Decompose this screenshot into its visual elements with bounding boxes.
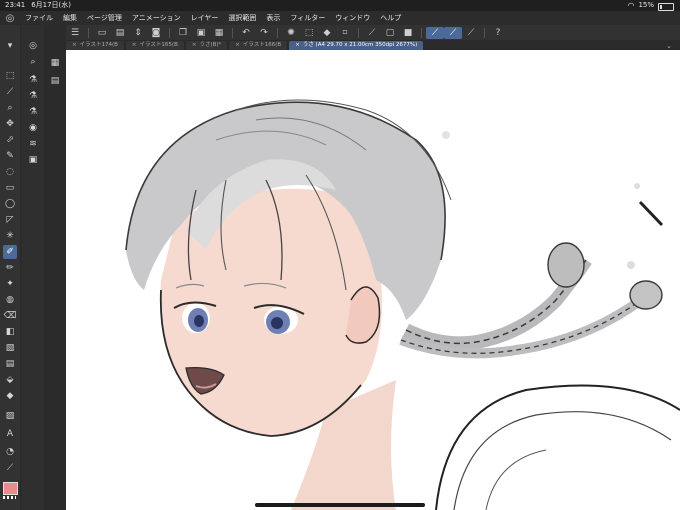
battery-icon (658, 2, 674, 11)
palette-menu-icon[interactable]: ◎ (26, 39, 40, 53)
copy-icon[interactable]: ❐ (174, 27, 192, 39)
sub-color-swatch[interactable] (3, 496, 16, 499)
lasso-icon[interactable]: ◌ (3, 165, 17, 179)
battery-percent: 15% (638, 1, 654, 9)
main-color-swatch[interactable] (3, 482, 18, 495)
menu-list-icon[interactable]: ☰ (66, 27, 84, 39)
redo-icon[interactable]: ↷ (255, 27, 273, 39)
menu-view[interactable]: 表示 (261, 13, 285, 23)
pen-mode-icon[interactable]: ⟋ (444, 26, 462, 39)
wifi-icon: ◠ (627, 1, 635, 10)
ruler-tool-icon[interactable]: ◸ (3, 213, 17, 227)
undo-icon[interactable]: ↶ (237, 27, 255, 39)
menu-help[interactable]: ヘルプ (375, 13, 406, 23)
close-icon[interactable]: × (72, 42, 77, 48)
fill-tool-icon[interactable]: ◧ (3, 325, 17, 339)
eraser-icon[interactable]: ⌫ (3, 309, 17, 323)
tab-doc-3[interactable]: × うさ(B)* (185, 41, 228, 50)
speech-bubble-icon[interactable]: ◯ (3, 197, 17, 211)
new-file-icon[interactable]: ▭ (93, 27, 111, 39)
pencil-icon[interactable]: ✏ (3, 261, 17, 275)
tab-doc-2[interactable]: × イラスト165(B (125, 41, 184, 50)
close-icon[interactable]: × (295, 42, 300, 48)
clear-icon[interactable]: ⬚ (300, 27, 318, 39)
tool-palette: ▾ ⬚ ⟋ ⌕ ✥ ⬀ ✎ ◌ ▭ ◯ ◸ ✳ ✐ ✏ ✦ ◍ ⌫ ◧ ▧ ▤ … (0, 25, 20, 510)
tab-doc-1[interactable]: × イラスト174(B (66, 41, 124, 50)
chevron-down-icon[interactable]: ⌄ (666, 42, 672, 50)
menu-animation[interactable]: アニメーション (127, 13, 186, 23)
menu-window[interactable]: ウィンドウ (330, 13, 375, 23)
status-bar: 23:41 6月17日(水) ◠ 15% (0, 0, 680, 11)
pen-icon[interactable]: ✎ (3, 149, 17, 163)
brush-preset-icon[interactable]: ⚗ (26, 73, 40, 87)
brush-size-icon[interactable]: ▾ (3, 39, 17, 53)
ruler-icon[interactable]: ⟋ (363, 27, 381, 39)
brush-preset-3-icon[interactable]: ⚗ (26, 105, 40, 119)
eraser-mode-icon[interactable]: ⟋ (462, 27, 480, 39)
move-icon[interactable]: ✥ (3, 117, 17, 131)
menu-file[interactable]: ファイル (20, 13, 58, 23)
material-icon[interactable]: ◉ (26, 121, 40, 135)
close-icon[interactable]: × (235, 42, 240, 48)
layers-icon[interactable]: ▤ (48, 74, 62, 88)
menu-bar: ◎ ファイル 編集 ページ管理 アニメーション レイヤー 選択範囲 表示 フィル… (0, 11, 680, 25)
color-picker-icon[interactable]: ⟋ (3, 461, 17, 475)
balloon-icon[interactable]: ◔ (3, 445, 17, 459)
brush-preset-2-icon[interactable]: ⚗ (26, 89, 40, 103)
save-icon[interactable]: ▦ (210, 27, 228, 39)
figure-icon[interactable]: ▤ (3, 357, 17, 371)
calendar-icon[interactable]: ▦ (48, 56, 62, 70)
zoom-view-icon[interactable]: ⌕ (26, 55, 40, 69)
document-tabs: × イラスト174(B × イラスト165(B × うさ(B)* × イラスト166(B… (66, 40, 680, 50)
fill-icon[interactable]: ◆ (318, 27, 336, 39)
camera-icon[interactable]: ◙ (147, 27, 165, 39)
tab-doc-active[interactable]: × うさ (A4 29.70 x 21.00cm 350dpi 2677%) (289, 41, 424, 50)
tab-doc-4[interactable]: × イラスト166(B (229, 41, 288, 50)
select-tool-icon[interactable]: ⬚ (3, 69, 17, 83)
menu-filter[interactable]: フィルター (285, 13, 330, 23)
airbrush-icon[interactable]: ✦ (3, 277, 17, 291)
operation-icon[interactable]: ⬀ (3, 133, 17, 147)
menu-selection[interactable]: 選択範囲 (223, 13, 261, 23)
menu-layer[interactable]: レイヤー (186, 13, 224, 23)
selection-icon[interactable]: ▢ (381, 27, 399, 39)
drawing-canvas[interactable] (66, 50, 680, 510)
gradient-icon[interactable]: ▧ (3, 341, 17, 355)
color-box-icon[interactable]: ■ (399, 27, 417, 39)
navigator-icon[interactable]: ▣ (26, 153, 40, 167)
frame-icon[interactable]: ◆ (3, 389, 17, 403)
transform-icon[interactable]: ⌗ (336, 27, 354, 39)
file-stack-icon[interactable]: ▤ (111, 27, 129, 39)
status-date: 6月17日(水) (31, 1, 72, 9)
menu-page[interactable]: ページ管理 (82, 13, 127, 23)
brush-mode-icon[interactable]: ⟋ (426, 26, 444, 39)
marquee-icon[interactable]: ▭ (3, 181, 17, 195)
illustration (125, 99, 680, 510)
home-indicator (255, 503, 425, 507)
sub-tool-palette: ◎ ⌕ ⚗ ⚗ ⚗ ◉ ≋ ▣ (22, 25, 44, 510)
menu-edit[interactable]: 編集 (58, 13, 82, 23)
paint-bucket-icon[interactable]: ⬙ (3, 373, 17, 387)
text-icon[interactable]: A (3, 427, 17, 441)
close-icon[interactable]: × (132, 42, 137, 48)
help-icon[interactable]: ? (489, 27, 507, 39)
side-panel-icons: ▦ ▤ (44, 50, 66, 510)
command-bar: ☰ ▭ ▤ ⇕ ◙ ❐ ▣ ▦ ↶ ↷ ✺ ⬚ ◆ ⌗ ⟋ ▢ ■ ⟋ ⟋ ⟋ … (66, 25, 680, 40)
magic-wand-icon[interactable]: ✳ (3, 229, 17, 243)
brush-tool-icon[interactable]: ✐ (3, 245, 17, 259)
settings-icon[interactable]: ✺ (282, 27, 300, 39)
eyedropper-icon[interactable]: ⟋ (3, 85, 17, 99)
scroll-icon[interactable]: ⇕ (129, 27, 147, 39)
status-time: 23:41 (5, 1, 26, 9)
layer-stack-icon[interactable]: ≋ (26, 137, 40, 151)
layer-icon[interactable]: ▨ (3, 409, 17, 423)
zoom-icon[interactable]: ⌕ (3, 101, 17, 115)
paste-icon[interactable]: ▣ (192, 27, 210, 39)
blend-icon[interactable]: ◍ (3, 293, 17, 307)
app-logo-icon[interactable]: ◎ (0, 13, 20, 24)
close-icon[interactable]: × (192, 42, 197, 48)
